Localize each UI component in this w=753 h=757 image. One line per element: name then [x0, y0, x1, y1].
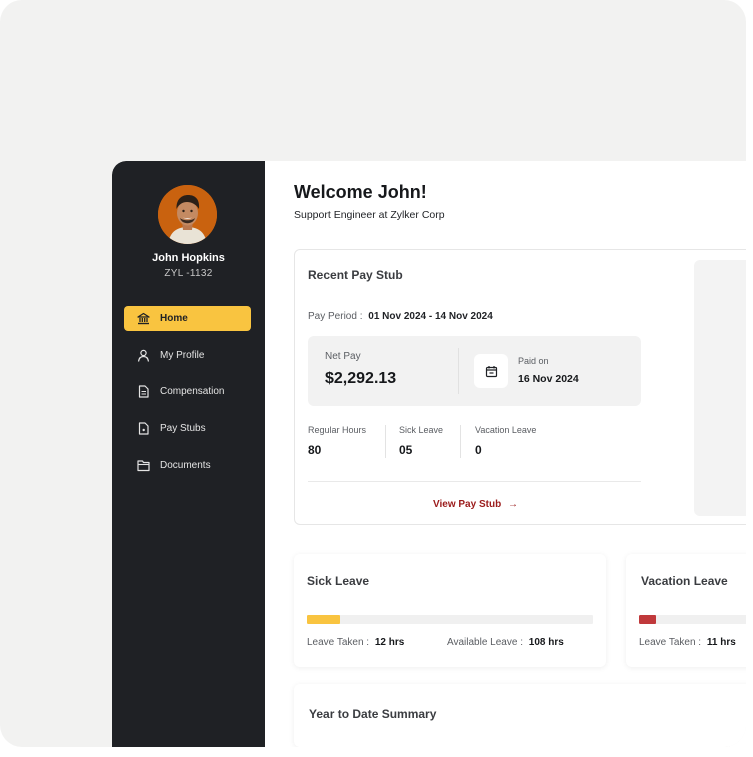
leave-taken-label: Leave Taken :: [307, 637, 370, 648]
stat-sick-leave: Sick Leave 05: [399, 425, 443, 457]
vacation-leave-progress-fill: [639, 615, 656, 624]
sidebar-item-label: Pay Stubs: [160, 423, 206, 434]
calendar-icon: [474, 354, 508, 388]
stat-value: 05: [399, 443, 413, 457]
leave-taken-label: Leave Taken :: [639, 637, 702, 648]
sidebar: John Hopkins ZYL -1132 Home My Profile C…: [112, 161, 265, 747]
user-id: ZYL -1132: [164, 268, 213, 279]
available-leave-value: 108 hrs: [528, 637, 564, 648]
divider: [460, 425, 461, 458]
view-pay-stub-link[interactable]: View Pay Stub →: [433, 499, 518, 510]
net-pay-value: $2,292.13: [325, 370, 397, 387]
paid-on-value: 16 Nov 2024: [518, 373, 579, 385]
avatar[interactable]: [158, 185, 217, 244]
sidebar-item-label: Documents: [160, 460, 211, 471]
sick-leave-title: Sick Leave: [307, 574, 370, 588]
main-content: Welcome John! Support Engineer at Zylker…: [265, 161, 746, 747]
recent-pay-stub-card: Recent Pay Stub Pay Period : 01 Nov 2024…: [294, 249, 746, 525]
vacation-leave-taken: Leave Taken : 11 hrs: [639, 637, 736, 648]
side-panel: [694, 260, 746, 516]
stat-value: 0: [475, 443, 482, 457]
sidebar-nav: Home My Profile Compensation Pay Stubs D…: [124, 306, 251, 490]
pay-stats: Regular Hours 80 Sick Leave 05 Vacation …: [308, 425, 641, 459]
sick-leave-progress-fill: [307, 615, 340, 624]
vacation-leave-title: Vacation Leave: [641, 574, 728, 588]
ytd-summary-title: Year to Date Summary: [309, 707, 437, 721]
sidebar-item-compensation[interactable]: Compensation: [124, 379, 251, 404]
file-dollar-icon: [137, 422, 150, 435]
sidebar-item-label: My Profile: [160, 350, 205, 361]
ytd-summary-card: Year to Date Summary: [294, 684, 746, 747]
arrow-right-icon: →: [507, 499, 518, 510]
stat-regular-hours: Regular Hours 80: [308, 425, 366, 457]
pay-period-value: 01 Nov 2024 - 14 Nov 2024: [368, 311, 493, 322]
sidebar-item-pay-stubs[interactable]: Pay Stubs: [124, 416, 251, 441]
available-leave-label: Available Leave :: [447, 637, 523, 648]
sidebar-item-my-profile[interactable]: My Profile: [124, 343, 251, 368]
sidebar-item-home[interactable]: Home: [124, 306, 251, 331]
document-icon: [137, 385, 150, 398]
folder-icon: [137, 459, 150, 472]
sidebar-item-label: Home: [160, 313, 188, 324]
pay-stub-title: Recent Pay Stub: [308, 268, 403, 282]
divider: [458, 348, 459, 394]
profile-photo: [158, 185, 217, 244]
person-icon: [137, 349, 150, 362]
divider: [308, 481, 641, 482]
job-title: Support Engineer at Zylker Corp: [294, 209, 445, 221]
sick-leave-card: Sick Leave Leave Taken : 12 hrs Availabl…: [294, 554, 606, 667]
payroll-app-window: John Hopkins ZYL -1132 Home My Profile C…: [112, 161, 746, 747]
pay-period: Pay Period : 01 Nov 2024 - 14 Nov 2024: [308, 311, 493, 322]
vacation-leave-progress: [639, 615, 746, 624]
stat-vacation-leave: Vacation Leave 0: [475, 425, 536, 457]
user-name: John Hopkins: [152, 252, 225, 264]
net-pay-box: Net Pay $2,292.13 Paid on 16 Nov 2024: [308, 336, 641, 406]
bank-icon: [137, 312, 150, 325]
sick-leave-taken: Leave Taken : 12 hrs: [307, 637, 404, 648]
divider: [385, 425, 386, 458]
leave-taken-value: 11 hrs: [706, 637, 736, 648]
leave-taken-value: 12 hrs: [374, 637, 405, 648]
page-backdrop: John Hopkins ZYL -1132 Home My Profile C…: [0, 0, 746, 747]
stat-value: 80: [308, 443, 322, 457]
view-pay-stub-label: View Pay Stub: [433, 499, 502, 510]
stat-label: Vacation Leave: [475, 425, 537, 435]
sick-leave-available: Available Leave : 108 hrs: [447, 637, 564, 648]
stat-label: Sick Leave: [399, 425, 444, 435]
sidebar-item-documents[interactable]: Documents: [124, 453, 251, 478]
vacation-leave-card: Vacation Leave Leave Taken : 11 hrs: [626, 554, 746, 667]
page-title: Welcome John!: [294, 182, 427, 202]
sick-leave-progress: [307, 615, 593, 624]
paid-on-label: Paid on: [518, 356, 549, 366]
stat-label: Regular Hours: [308, 425, 367, 435]
net-pay-label: Net Pay: [325, 351, 361, 362]
sidebar-item-label: Compensation: [160, 386, 225, 397]
pay-period-label: Pay Period :: [308, 311, 363, 322]
